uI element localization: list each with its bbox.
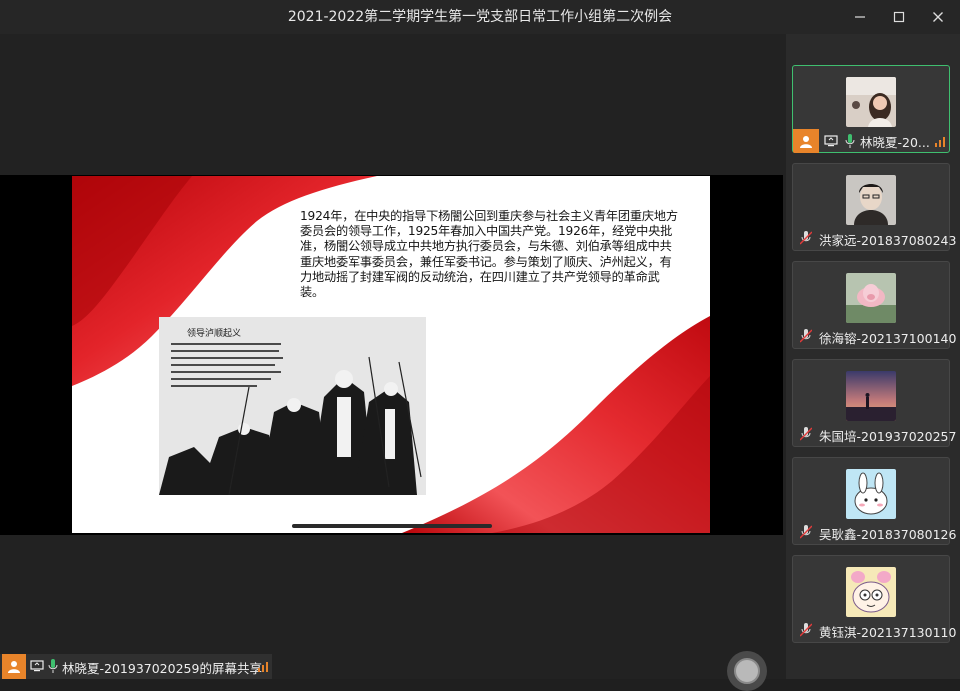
participant-name: 徐海镕-202137100140 — [819, 331, 957, 346]
participant-name: 林晓夏-20... — [860, 135, 930, 150]
participant-tile[interactable]: 黄钰淇-202137130110 — [792, 555, 956, 643]
illustration-drawing — [159, 317, 426, 495]
close-icon — [933, 12, 943, 22]
circle-icon — [734, 658, 760, 684]
participant-name: 吴耿鑫-201837080126 — [819, 527, 957, 542]
participant-tile[interactable]: 洪家远-201837080243 — [792, 163, 956, 251]
title-bar: 2021-2022第二学期学生第一党支部日常工作小组第二次例会 — [0, 0, 960, 34]
slide-paragraph: 1924年，在中央的指导下杨闇公回到重庆参与社会主义青年团重庆地方委员会的领导工… — [300, 209, 678, 300]
microphone-icon — [845, 134, 855, 148]
signal-bars-icon — [258, 662, 268, 672]
floating-control-button[interactable] — [727, 651, 767, 691]
sunset-avatar — [846, 371, 896, 421]
screen-share-status-bar: 林晓夏-201937020259的屏幕共享 — [0, 654, 272, 679]
main-stage: 1924年，在中央的指导下杨闇公回到重庆参与社会主义青年团重庆地方委员会的领导工… — [0, 34, 786, 691]
participant-name: 洪家远-201837080243 — [819, 233, 957, 248]
signal-bars-icon — [935, 137, 945, 147]
lotus-avatar — [846, 273, 896, 323]
slide-scrollbar[interactable] — [292, 524, 492, 528]
participant-tile[interactable]: 徐海镕-202137100140 — [792, 261, 956, 349]
participant-tile[interactable]: 林晓夏-20... — [792, 65, 950, 153]
window-title: 2021-2022第二学期学生第一党支部日常工作小组第二次例会 — [287, 9, 673, 25]
microphone-muted-icon — [800, 329, 812, 343]
maximize-icon — [893, 11, 905, 23]
microphone-muted-icon — [800, 623, 812, 637]
participant-tile[interactable]: 朱国培-201937020257 — [792, 359, 956, 447]
participant-name: 朱国培-201937020257 — [819, 429, 957, 444]
microphone-muted-icon — [800, 427, 812, 441]
host-person-icon — [800, 135, 812, 148]
screen-share-icon — [824, 135, 838, 147]
participant-name: 黄钰淇-202137130110 — [819, 625, 957, 640]
anime-man-avatar — [846, 175, 896, 225]
minimize-icon — [855, 16, 865, 18]
microphone-muted-icon — [800, 231, 812, 245]
illustration-caption: 领导泸顺起义 — [187, 329, 242, 339]
host-person-icon — [8, 661, 20, 673]
cartoon-avatar — [846, 567, 896, 617]
woman-avatar — [846, 77, 896, 127]
microphone-muted-icon — [800, 525, 812, 539]
maximize-button[interactable] — [881, 0, 917, 34]
history-illustration: 领导泸顺起义 — [159, 317, 426, 495]
screen-share-label: 林晓夏-201937020259的屏幕共享 — [62, 661, 262, 676]
participant-panel: 林晓夏-20... 洪家远-201837080243 徐海镕-202137100… — [786, 34, 960, 679]
minimize-button[interactable] — [842, 0, 878, 34]
rabbit-avatar — [846, 469, 896, 519]
host-badge — [793, 129, 819, 153]
close-button[interactable] — [920, 0, 956, 34]
presentation-slide: 1924年，在中央的指导下杨闇公回到重庆参与社会主义青年团重庆地方委员会的领导工… — [72, 176, 710, 533]
screen-share-icon — [30, 660, 44, 672]
microphone-icon — [48, 659, 58, 673]
participant-tile[interactable]: 吴耿鑫-201837080126 — [792, 457, 956, 545]
host-badge — [2, 654, 26, 679]
screen-share-view[interactable]: 1924年，在中央的指导下杨闇公回到重庆参与社会主义青年团重庆地方委员会的领导工… — [0, 175, 783, 691]
